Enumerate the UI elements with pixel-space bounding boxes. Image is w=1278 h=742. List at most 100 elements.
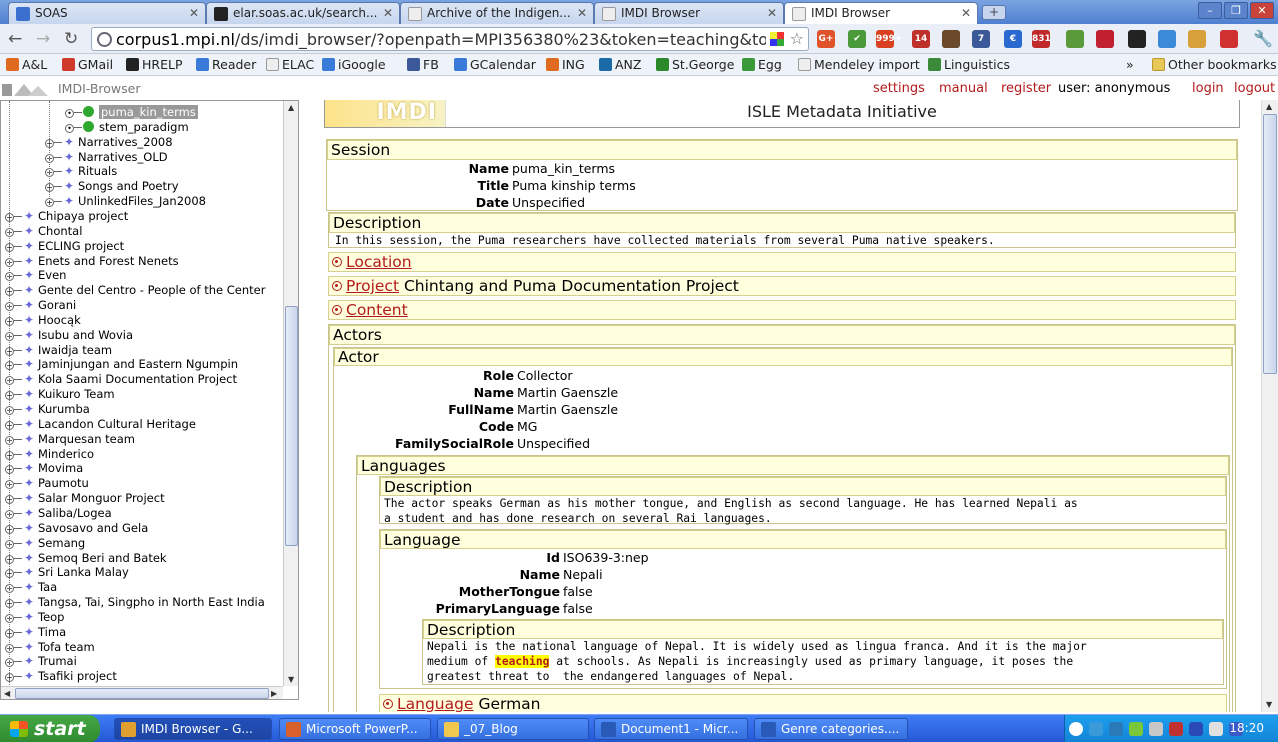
tree-node[interactable]: + ✦ Rituals <box>45 164 117 179</box>
manual-link[interactable]: manual <box>939 81 988 96</box>
bookmark-item[interactable]: Linguistics <box>928 57 1010 72</box>
tree-node[interactable]: + ✦ Trumai <box>5 654 77 669</box>
extension-icon[interactable]: G+ <box>817 30 835 48</box>
reload-icon[interactable]: ↻ <box>64 29 78 49</box>
tree-node[interactable]: + ✦ Kuikuro Team <box>5 387 115 402</box>
extension-icon[interactable] <box>1066 30 1084 48</box>
close-tab-icon[interactable]: ✕ <box>383 6 393 20</box>
settings-link[interactable]: settings <box>873 81 925 96</box>
tree-node[interactable]: + ✦ Minderico <box>5 447 94 462</box>
tree-node[interactable]: + ✦ Chipaya project <box>5 209 128 224</box>
scroll-up-icon[interactable]: ▲ <box>1266 102 1272 111</box>
extension-icon[interactable]: 14 <box>912 30 930 48</box>
bookmark-item[interactable]: Reader <box>196 57 256 72</box>
tree-expander-icon[interactable]: • <box>65 123 74 133</box>
address-bar[interactable]: corpus1.mpi.nl/ds/imdi_browser/?openpath… <box>91 27 809 51</box>
tree-horizontal-scrollbar[interactable]: ◀ ▶ <box>1 686 283 699</box>
close-tab-icon[interactable]: ✕ <box>189 6 199 20</box>
scroll-left-icon[interactable]: ◀ <box>4 689 10 698</box>
tree-node[interactable]: + ✦ Tima <box>5 625 66 640</box>
tray-antivirus-icon[interactable] <box>1169 722 1183 736</box>
tree-node[interactable]: + ✦ Kurumba <box>5 402 90 417</box>
bookmark-item[interactable]: A&L <box>6 57 47 72</box>
bookmark-item[interactable]: FB <box>407 57 439 72</box>
tree-node[interactable]: • stem_paradigm <box>65 120 189 135</box>
taskbar-task[interactable]: _07_Blog <box>437 718 589 740</box>
tree-node[interactable]: + ✦ Jaminjungan and Eastern Ngumpin <box>5 357 238 372</box>
tree-node[interactable]: + ✦ Isubu and Wovia <box>5 328 133 343</box>
extension-icon[interactable]: 999+ <box>876 30 902 48</box>
login-link[interactable]: login <box>1192 81 1224 96</box>
expand-toggle-icon[interactable] <box>332 281 342 291</box>
tree-node[interactable]: + ✦ Savosavo and Gela <box>5 521 148 536</box>
tree-node[interactable]: + ✦ Sri Lanka Malay <box>5 565 129 580</box>
tree-node[interactable]: + ✦ Taa <box>5 580 57 595</box>
tab-soas[interactable]: SOAS ✕ <box>8 2 206 24</box>
back-arrow-icon[interactable]: ← <box>8 29 22 49</box>
wrench-icon[interactable]: 🔧 <box>1253 29 1273 48</box>
bookmark-item[interactable]: Mendeley import <box>798 57 920 72</box>
logout-link[interactable]: logout <box>1234 81 1275 96</box>
scroll-right-icon[interactable]: ▶ <box>271 689 277 698</box>
register-link[interactable]: register <box>1001 81 1051 96</box>
tray-volume-icon[interactable] <box>1149 722 1163 736</box>
language-link[interactable]: Language <box>397 695 474 712</box>
extension-icon[interactable] <box>1096 30 1114 48</box>
tree-node[interactable]: • puma_kin_terms <box>65 105 198 120</box>
tray-app-icon[interactable] <box>1129 722 1143 736</box>
expand-toggle-icon[interactable] <box>332 305 342 315</box>
bookmark-item[interactable]: ELAC <box>266 57 314 72</box>
bookmark-item[interactable]: GCalendar <box>454 57 536 72</box>
close-tab-icon[interactable]: ✕ <box>961 6 971 20</box>
location-section[interactable]: Location <box>328 252 1236 272</box>
content-link[interactable]: Content <box>346 301 408 319</box>
other-bookmarks[interactable]: Other bookmarks <box>1152 57 1277 72</box>
extension-icon[interactable]: 831 <box>1032 30 1051 48</box>
tree-node[interactable]: + ✦ Semang <box>5 536 85 551</box>
content-scroll-thumb[interactable] <box>1263 114 1277 374</box>
tab-imdi-browser-1[interactable]: IMDI Browser ✕ <box>594 2 784 24</box>
tree-node[interactable]: + ✦ Teop <box>5 610 64 625</box>
tray-network-icon[interactable] <box>1089 722 1103 736</box>
tray-connection-icon[interactable] <box>1109 722 1123 736</box>
bookmark-star-icon[interactable]: ☆ <box>790 29 804 48</box>
scroll-down-icon[interactable]: ▼ <box>1266 700 1272 709</box>
maximize-icon[interactable]: ❐ <box>1224 2 1248 19</box>
extension-icon[interactable] <box>1158 30 1176 48</box>
tree-node[interactable]: + ✦ Marquesan team <box>5 432 135 447</box>
extension-icon[interactable]: ✔ <box>848 30 866 48</box>
extension-icon[interactable] <box>1188 30 1206 48</box>
tree-node[interactable]: + ✦ Enets and Forest Nenets <box>5 254 179 269</box>
tree-node[interactable]: + ✦ Paumotu <box>5 476 89 491</box>
tree-node[interactable]: + ✦ Hoocąk <box>5 313 81 328</box>
tree-node[interactable]: + ✦ Tsafiki project <box>5 669 117 684</box>
tree-vertical-scrollbar[interactable]: ▲ ▼ <box>283 101 298 686</box>
tray-mail-icon[interactable] <box>1209 722 1223 736</box>
tree-expander-icon[interactable]: • <box>65 109 74 118</box>
tree-node[interactable]: + ✦ Narratives_OLD <box>45 150 168 165</box>
location-link[interactable]: Location <box>346 253 412 271</box>
extension-icon[interactable]: 7 <box>972 30 990 48</box>
start-button[interactable]: start <box>0 715 100 742</box>
tree-node[interactable]: + ✦ Even <box>5 268 66 283</box>
tree-node[interactable]: + ✦ Chontal <box>5 224 82 239</box>
expand-toggle-icon[interactable] <box>332 257 342 267</box>
tree-scroll-thumb[interactable] <box>285 306 298 546</box>
tab-imdi-browser-active[interactable]: IMDI Browser ✕ <box>784 2 978 25</box>
extension-icon[interactable]: € <box>1004 30 1022 48</box>
tree-node[interactable]: + ✦ Tofa team <box>5 640 95 655</box>
tray-chevron-icon[interactable] <box>1069 722 1083 736</box>
close-tab-icon[interactable]: ✕ <box>767 6 777 20</box>
bookmark-item[interactable]: iGoogle <box>322 57 386 72</box>
tree-node[interactable]: + ✦ Salar Monguor Project <box>5 491 165 506</box>
tree-node[interactable]: + ✦ Movima <box>5 461 83 476</box>
taskbar-task[interactable]: IMDI Browser - G... <box>114 718 272 740</box>
tree-node[interactable]: + ✦ Iwaidja team <box>5 343 112 358</box>
bookmark-item[interactable]: ANZ <box>599 57 641 72</box>
bookmark-item[interactable]: HRELP <box>126 57 183 72</box>
tree-node[interactable]: + ✦ Narratives_2008 <box>45 135 173 150</box>
content-vertical-scrollbar[interactable]: ▲ ▼ <box>1261 100 1278 712</box>
bookmark-item[interactable]: St.George <box>656 57 734 72</box>
taskbar-task[interactable]: Genre categories.... <box>754 718 908 740</box>
expand-toggle-icon[interactable] <box>383 699 393 709</box>
